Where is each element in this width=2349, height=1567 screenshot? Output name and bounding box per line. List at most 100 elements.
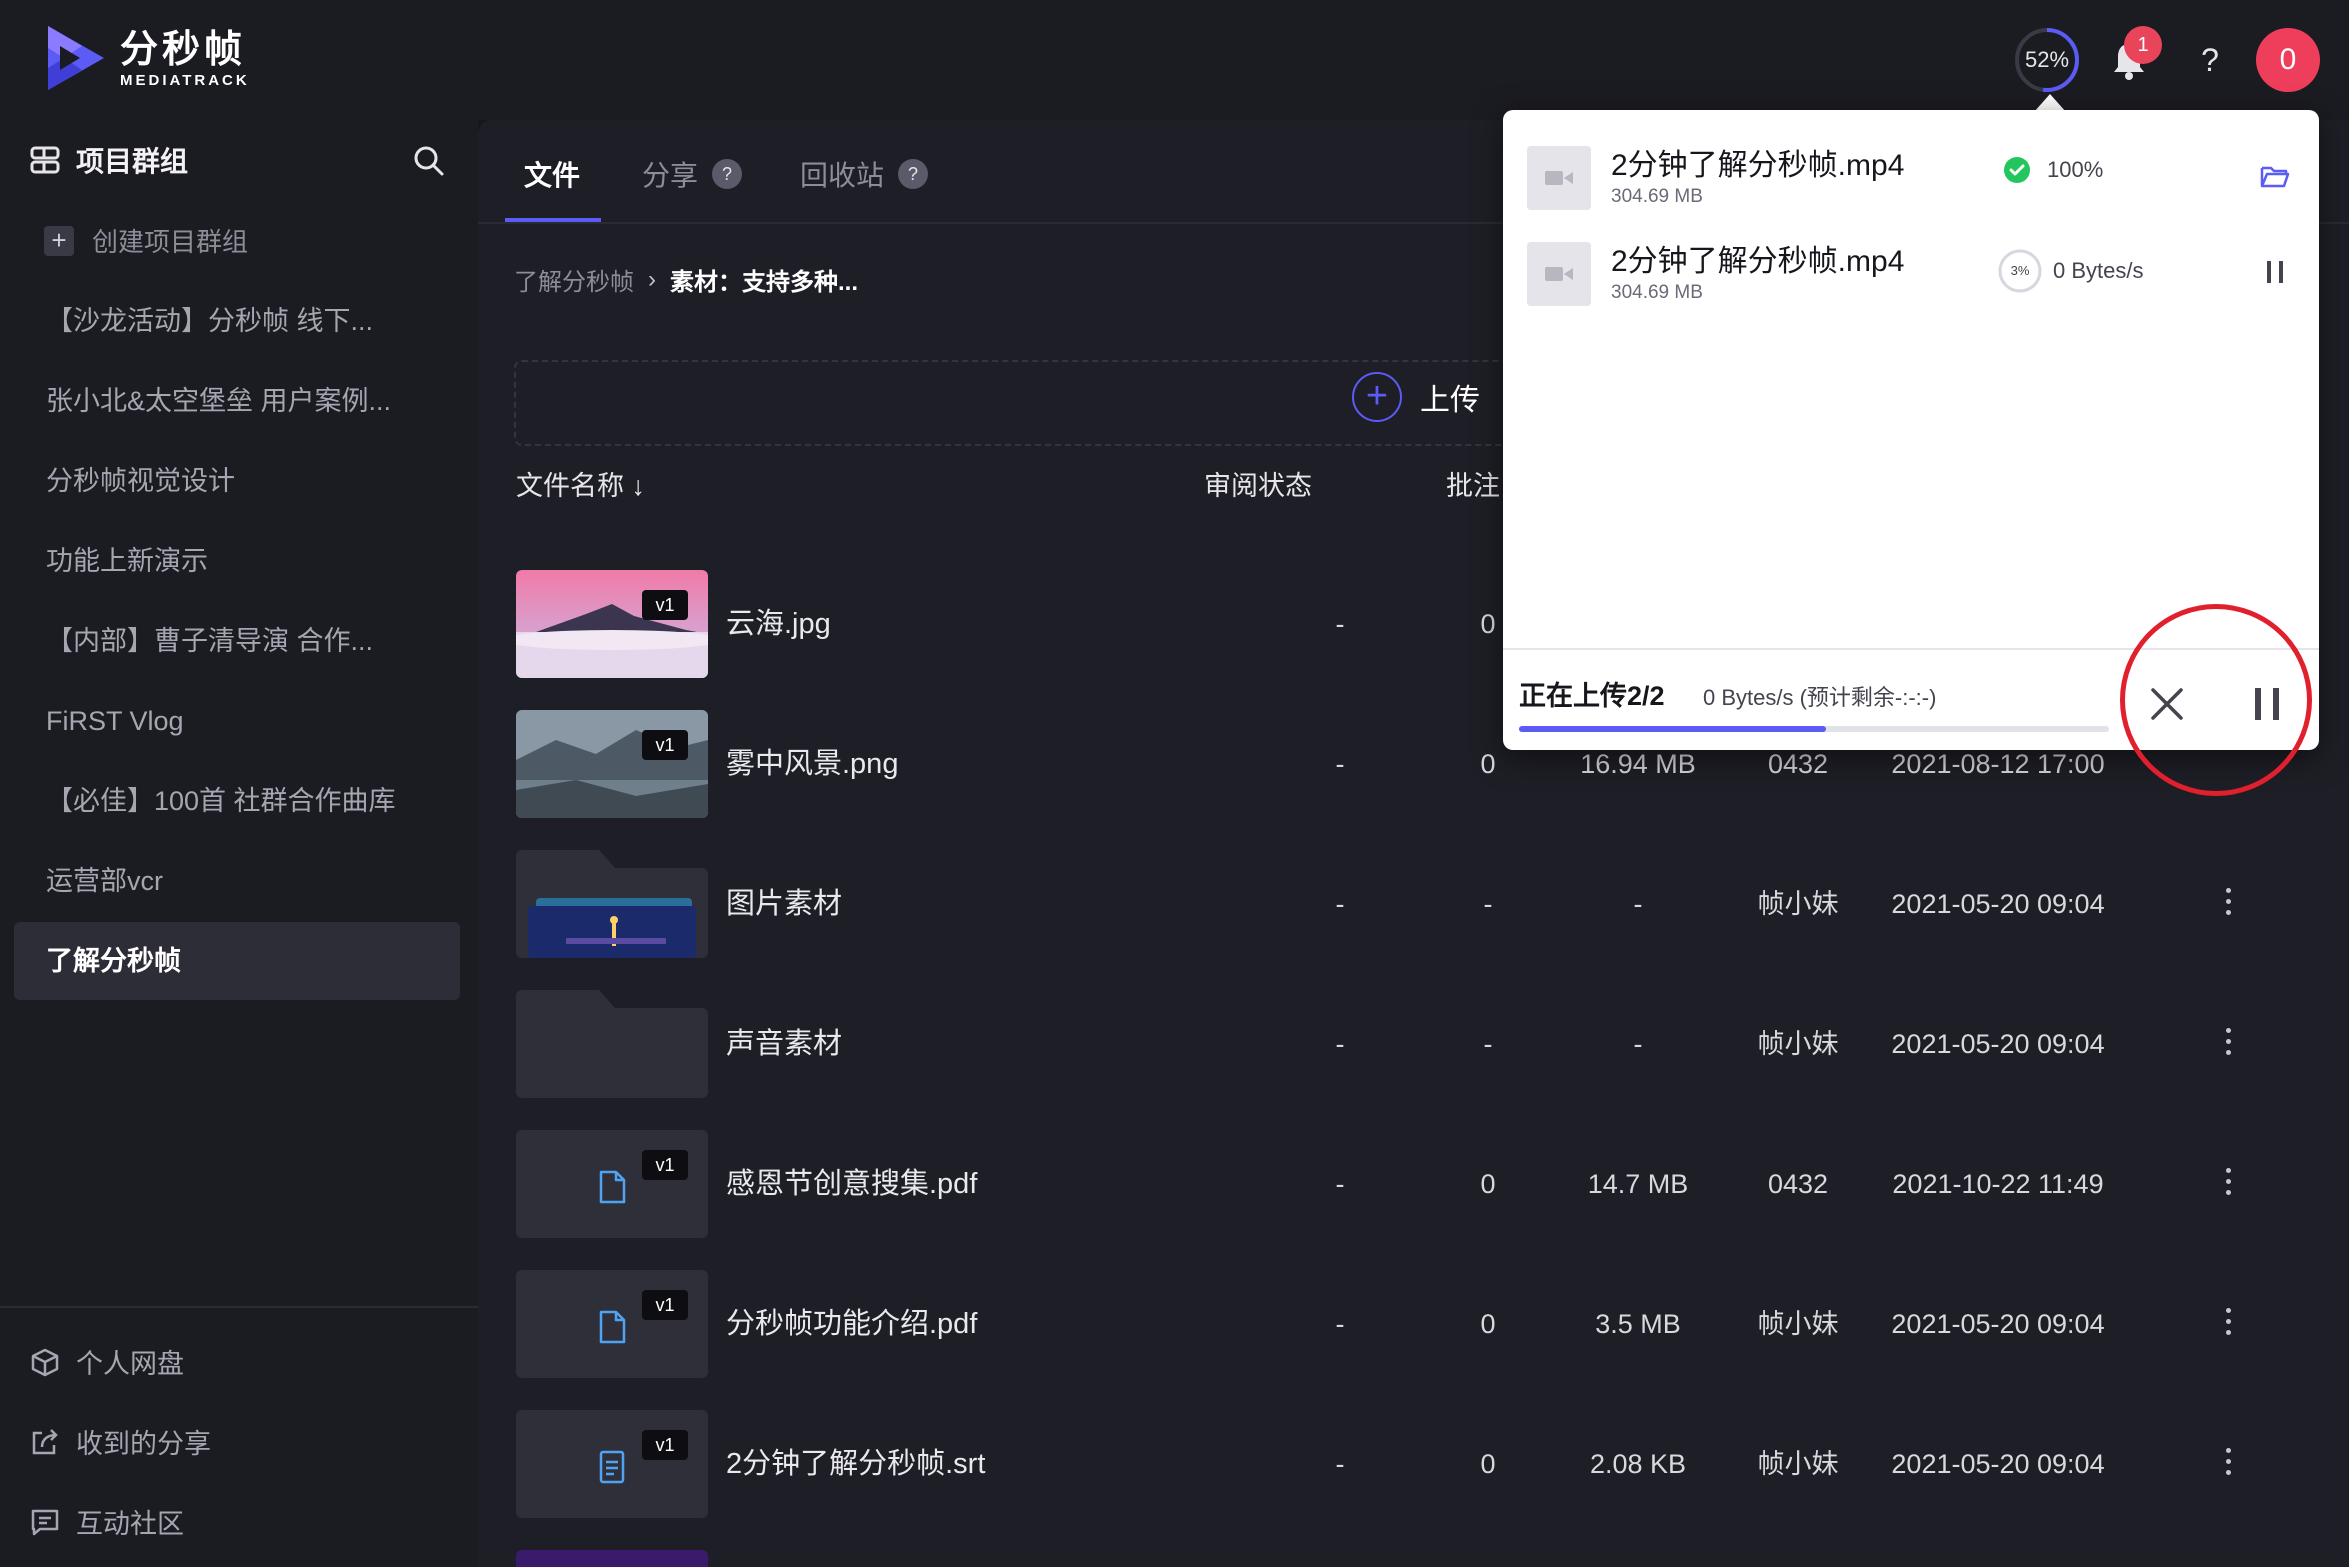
tab-label: 回收站 [800,160,885,191]
upload-progress-ring[interactable]: 52% [2014,27,2080,93]
tab-files[interactable]: 文件 [524,154,580,194]
file-name[interactable]: 2分钟了解分秒帧.srt [726,1410,985,1518]
tab-share[interactable]: 分享 ? [642,154,743,194]
upload-summary-title: 正在上传2/2 [1519,681,1665,711]
sidebar-item[interactable]: 功能上新演示 [14,522,460,600]
breadcrumb-parent[interactable]: 了解分秒帧 [514,262,634,297]
review-status: - [1335,1449,1345,1479]
sidebar-header: 项目群组 [30,140,188,180]
sidebar-item-active[interactable]: 了解分秒帧 [14,922,460,1000]
sidebar-item[interactable]: 分秒帧视觉设计 [14,442,460,520]
file-name[interactable]: 感恩节创意搜集.pdf [726,1130,977,1238]
nav-received-shares[interactable]: 收到的分享 [30,1422,211,1461]
file-size: 14.7 MB [1587,1169,1689,1199]
upload-status: 100% [2003,156,2103,184]
file-row[interactable]: v1 分秒帧功能介绍.pdf - 0 3.5 MB 帧小妹 2021-05-20… [478,1270,2349,1380]
chevron-right-icon: › [648,265,656,293]
file-name[interactable]: 雾中风景.png [726,710,898,818]
document-icon [599,1310,626,1344]
notification-badge: 1 [2124,26,2162,64]
sidebar-item[interactable]: 【沙龙活动】分秒帧 线下... [14,282,460,360]
plus-circle-icon: + [1352,372,1402,422]
modified-date: 2021-05-20 09:04 [1891,1029,2105,1059]
folder-name[interactable]: 图片素材 [726,850,842,958]
column-header-comments[interactable]: 批注 [1446,464,1500,503]
brand-subtitle: MEDIATRACK [120,71,250,89]
folder-row[interactable]: 声音素材 - - - 帧小妹 2021-05-20 09:04 [478,990,2349,1100]
image-thumbnail: v1 [516,570,708,678]
nav-label: 互动社区 [76,1509,184,1539]
upload-status-text: 100% [2047,157,2104,182]
create-group-label: 创建项目群组 [92,227,249,257]
nav-personal-drive[interactable]: 个人网盘 [30,1342,184,1381]
nav-community[interactable]: 互动社区 [30,1502,184,1541]
comment-count: 0 [1480,1449,1496,1479]
tab-recycle-bin[interactable]: 回收站 ? [800,154,929,194]
version-badge: v1 [642,1150,688,1180]
column-header-review[interactable]: 审阅状态 [1204,464,1312,503]
more-options-icon[interactable] [2224,1168,2232,1200]
file-size: 2.08 KB [1589,1449,1687,1479]
more-options-icon[interactable] [2224,1308,2232,1340]
video-camera-icon [1545,171,1573,185]
upload-total-progress [1519,726,2109,732]
folder-open-icon[interactable] [2259,160,2291,192]
uploader: 帧小妹 [1757,1029,1839,1059]
folder-row[interactable]: 图片素材 - - - 帧小妹 2021-05-20 09:04 [478,850,2349,960]
comment-count: 0 [1480,1169,1496,1199]
sidebar-item[interactable]: 运营部vcr [14,842,460,920]
sidebar-item[interactable]: 张小北&太空堡垒 用户案例... [14,362,460,440]
search-icon[interactable] [412,144,446,178]
document-icon [599,1170,626,1204]
upload-item: 2分钟了解分秒帧.mp4 304.69 MB 100% [1527,140,2297,220]
comment-count: - [1483,1029,1493,1059]
group-list-icon [30,146,60,174]
brand-logo[interactable]: 分秒帧 MEDIATRACK [44,22,250,94]
column-header-name[interactable]: 文件名称 ↓ [516,464,645,503]
more-options-icon[interactable] [2224,888,2232,920]
file-name[interactable]: 云海.jpg [726,570,831,678]
sidebar-item[interactable]: 【内部】曹子清导演 合作... [14,602,460,680]
modified-date: 2021-05-20 09:04 [1891,889,2105,919]
version-badge: v1 [642,1290,688,1320]
nav-label: 个人网盘 [76,1349,184,1379]
video-thumbnail [1527,146,1591,210]
sidebar-divider [0,1306,478,1308]
review-status: - [1335,749,1345,779]
video-thumbnail [1527,242,1591,306]
help-button[interactable]: ? [2190,38,2230,82]
uploader: 帧小妹 [1757,1309,1839,1339]
upload-progress-circle: 3% [1997,248,2043,294]
breadcrumb: 了解分秒帧 › 素材：支持多种... [514,262,858,297]
box-icon [31,1348,59,1376]
file-name[interactable]: 分秒帧功能介绍.pdf [726,1270,977,1378]
sidebar-item[interactable]: 【必佳】100首 社群合作曲库 [14,762,460,840]
upload-status: 3% 0 Bytes/s [1997,248,2143,294]
upload-file-size: 304.69 MB [1611,186,1703,207]
avatar[interactable]: 0 [2256,28,2320,92]
upload-file-size: 304.69 MB [1611,282,1703,303]
review-status: - [1335,889,1345,919]
create-group-button[interactable]: + 创建项目群组 [44,222,248,259]
tab-label: 文件 [524,160,581,191]
file-row[interactable]: v1 感恩节创意搜集.pdf - 0 14.7 MB 0432 2021-10-… [478,1130,2349,1240]
sidebar-title: 项目群组 [76,146,189,177]
help-icon[interactable]: ? [712,159,743,189]
sidebar-item[interactable]: FiRST Vlog [14,682,460,760]
upload-label: 上传 [1420,384,1480,417]
more-options-icon[interactable] [2224,1028,2232,1060]
breadcrumb-current: 素材：支持多种... [670,269,859,296]
version-badge: v1 [642,730,688,760]
upload-progress-value: 52% [2024,47,2070,72]
review-status: - [1335,1169,1345,1199]
uploader: 帧小妹 [1757,1449,1839,1479]
upload-button[interactable]: + 上传 [1352,372,1480,422]
more-options-icon[interactable] [2224,1448,2232,1480]
brand-name: 分秒帧 [120,28,247,71]
file-row[interactable]: v1 2分钟了解分秒帧.srt - 0 2.08 KB 帧小妹 2021-05-… [478,1410,2349,1520]
version-badge: v1 [642,1430,688,1460]
folder-name[interactable]: 声音素材 [726,990,842,1098]
comment-count: - [1483,889,1493,919]
help-icon[interactable]: ? [898,159,929,189]
pause-icon[interactable] [2259,256,2291,288]
